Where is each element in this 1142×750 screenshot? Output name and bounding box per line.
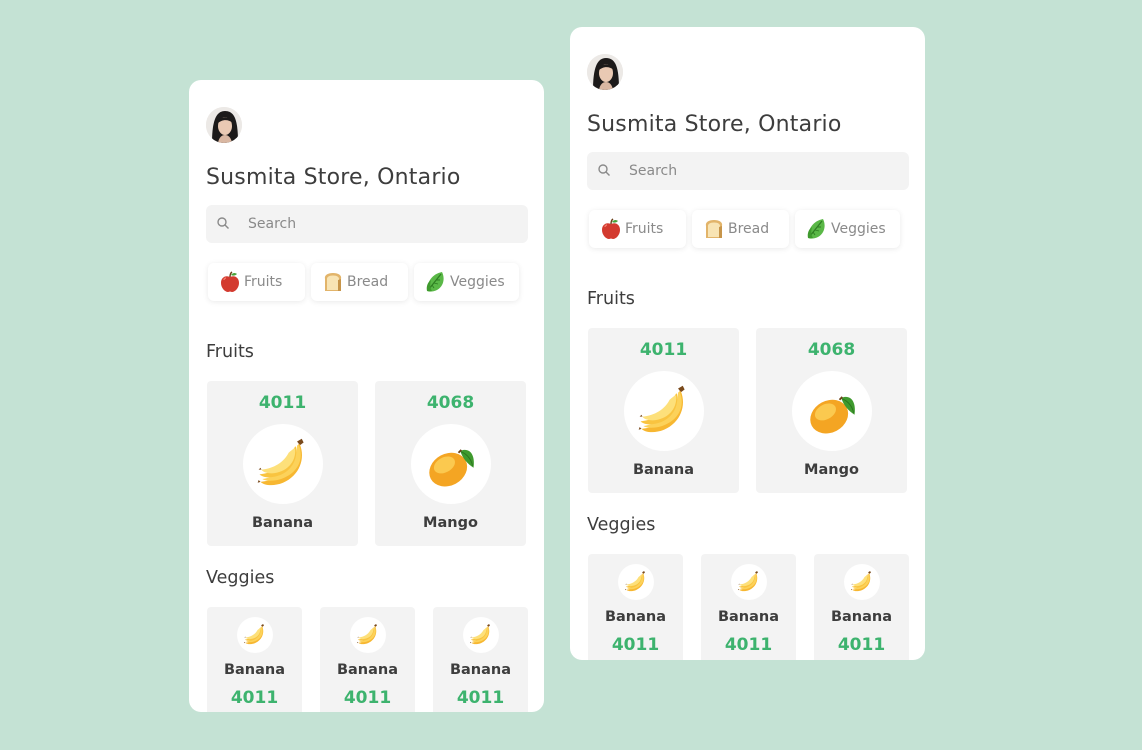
product-name: Banana: [336, 662, 399, 678]
section-title-veggies: Veggies: [206, 568, 275, 588]
category-chip-veggies[interactable]: Veggies: [795, 210, 900, 248]
apple-icon: [218, 270, 242, 294]
product-name: Banana: [449, 662, 512, 678]
avatar-image: [206, 107, 242, 143]
category-chip-label: Bread: [347, 274, 389, 290]
product-name: Mango: [423, 515, 478, 531]
product-image-disc: [243, 424, 323, 504]
avatar[interactable]: [587, 54, 623, 90]
product-card-banana[interactable]: Banana 4011: [588, 554, 683, 660]
fruits-grid: 4011 Banana 4068 Mango: [587, 328, 909, 493]
banana-icon: [634, 381, 694, 441]
product-card-banana[interactable]: 4011 Banana: [588, 328, 739, 493]
product-card-banana[interactable]: Banana 4011: [433, 607, 528, 712]
page-title: Susmita Store, Ontario: [587, 112, 842, 137]
product-code: 4068: [426, 393, 475, 413]
product-card-mango[interactable]: 4068 Mango: [756, 328, 907, 493]
product-card-mango[interactable]: 4068 Mango: [375, 381, 526, 546]
section-title-fruits: Fruits: [206, 342, 254, 362]
banana-icon: [242, 622, 268, 648]
store-card-left: Susmita Store, Ontario Fruits Bread Vegg…: [189, 80, 544, 712]
store-card-content: Susmita Store, Ontario Fruits Bread Vegg…: [587, 54, 909, 660]
product-code: 4011: [456, 688, 505, 708]
product-image-disc: [463, 617, 499, 653]
product-card-banana[interactable]: Banana 4011: [701, 554, 796, 660]
category-chip-veggies[interactable]: Veggies: [414, 263, 519, 301]
category-chip-label: Veggies: [831, 221, 886, 237]
category-chip-label: Fruits: [625, 221, 664, 237]
product-code: 4011: [343, 688, 392, 708]
veggies-grid: Banana 4011 Banana 4011 Banana 4011: [206, 607, 528, 712]
product-name: Banana: [251, 515, 314, 531]
product-code: 4011: [611, 635, 660, 655]
product-name: Banana: [223, 662, 286, 678]
product-image-disc: [350, 617, 386, 653]
product-code: 4011: [639, 340, 688, 360]
page-title: Susmita Store, Ontario: [206, 165, 461, 190]
product-card-banana[interactable]: 4011 Banana: [207, 381, 358, 546]
banana-icon: [623, 569, 649, 595]
product-image-disc: [731, 564, 767, 600]
fruits-grid: 4011 Banana 4068 Mango: [206, 381, 528, 546]
banana-icon: [849, 569, 875, 595]
banana-icon: [253, 434, 313, 494]
product-name: Banana: [604, 609, 667, 625]
product-code: 4011: [724, 635, 773, 655]
product-image-disc: [844, 564, 880, 600]
search-input[interactable]: [629, 152, 899, 190]
search-bar[interactable]: [206, 205, 528, 243]
banana-icon: [355, 622, 381, 648]
product-code: 4011: [258, 393, 307, 413]
mango-icon: [421, 434, 481, 494]
product-name: Banana: [632, 462, 695, 478]
product-name: Banana: [830, 609, 893, 625]
product-code: 4011: [230, 688, 279, 708]
search-input[interactable]: [248, 205, 518, 243]
bread-icon: [702, 217, 726, 241]
bread-icon: [321, 270, 345, 294]
product-image-disc: [618, 564, 654, 600]
veggies-grid: Banana 4011 Banana 4011 Banana 4011: [587, 554, 909, 660]
category-chip-bread[interactable]: Bread: [311, 263, 408, 301]
product-code: 4011: [837, 635, 886, 655]
product-card-banana[interactable]: Banana 4011: [814, 554, 909, 660]
product-image-disc: [237, 617, 273, 653]
section-title-fruits: Fruits: [587, 289, 635, 309]
category-chips: Fruits Bread Veggies: [587, 210, 909, 250]
search-bar[interactable]: [587, 152, 909, 190]
avatar[interactable]: [206, 107, 242, 143]
product-card-banana[interactable]: Banana 4011: [320, 607, 415, 712]
search-icon: [217, 217, 229, 229]
product-image-disc: [792, 371, 872, 451]
search-icon: [598, 164, 610, 176]
product-code: 4068: [807, 340, 856, 360]
category-chip-label: Veggies: [450, 274, 505, 290]
mango-icon: [802, 381, 862, 441]
category-chip-label: Bread: [728, 221, 770, 237]
apple-icon: [599, 217, 623, 241]
banana-icon: [468, 622, 494, 648]
category-chip-fruits[interactable]: Fruits: [208, 263, 305, 301]
section-title-veggies: Veggies: [587, 515, 656, 535]
category-chips: Fruits Bread Veggies: [206, 263, 528, 303]
product-image-disc: [411, 424, 491, 504]
category-chip-fruits[interactable]: Fruits: [589, 210, 686, 248]
product-image-disc: [624, 371, 704, 451]
product-card-banana[interactable]: Banana 4011: [207, 607, 302, 712]
banana-icon: [736, 569, 762, 595]
category-chip-label: Fruits: [244, 274, 283, 290]
lettuce-icon: [424, 270, 448, 294]
category-chip-bread[interactable]: Bread: [692, 210, 789, 248]
avatar-image: [587, 54, 623, 90]
store-card-content: Susmita Store, Ontario Fruits Bread Vegg…: [206, 107, 528, 712]
product-name: Mango: [804, 462, 859, 478]
product-name: Banana: [717, 609, 780, 625]
store-card-right: Susmita Store, Ontario Fruits Bread Vegg…: [570, 27, 925, 660]
lettuce-icon: [805, 217, 829, 241]
